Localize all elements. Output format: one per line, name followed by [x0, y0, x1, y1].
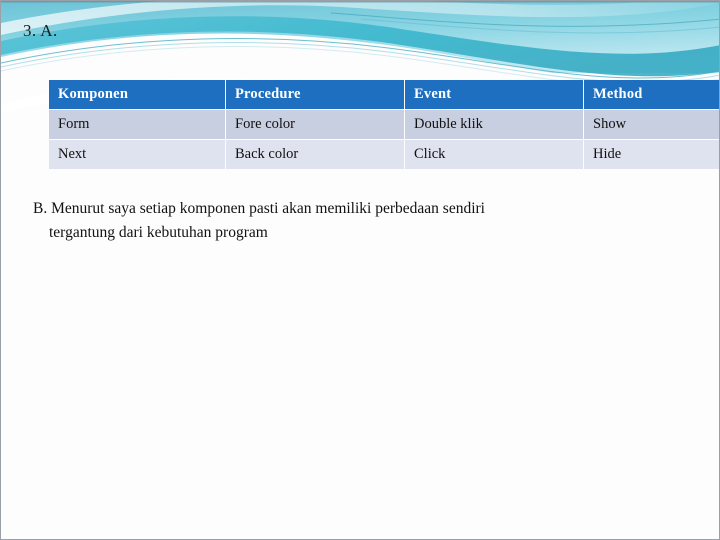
- table-body: Form Fore color Double klik Show Next Ba…: [49, 110, 719, 169]
- body-paragraph-line-1: B. Menurut saya setiap komponen pasti ak…: [33, 200, 485, 217]
- body-paragraph-line-2: tergantung dari kebutuhan program: [49, 224, 268, 241]
- table-row: Form Fore color Double klik Show: [49, 110, 719, 139]
- body-paragraph: B. Menurut saya setiap komponen pasti ak…: [33, 197, 673, 245]
- table-header-row: Komponen Procedure Event Method: [49, 80, 719, 109]
- column-header-komponen: Komponen: [49, 80, 225, 109]
- cell-komponen: Next: [49, 140, 225, 169]
- column-header-method: Method: [584, 80, 719, 109]
- column-header-procedure: Procedure: [226, 80, 404, 109]
- cell-method: Show: [584, 110, 719, 139]
- component-table: Komponen Procedure Event Method Form For…: [48, 79, 719, 170]
- cell-event: Click: [405, 140, 583, 169]
- cell-procedure: Back color: [226, 140, 404, 169]
- table-header: Komponen Procedure Event Method: [49, 80, 719, 109]
- column-header-event: Event: [405, 80, 583, 109]
- cell-event: Double klik: [405, 110, 583, 139]
- slide-canvas: 3. A. Komponen Procedure Event Method Fo…: [0, 0, 720, 540]
- cell-komponen: Form: [49, 110, 225, 139]
- table-row: Next Back color Click Hide: [49, 140, 719, 169]
- content-table-wrapper: Komponen Procedure Event Method Form For…: [48, 79, 719, 170]
- cell-procedure: Fore color: [226, 110, 404, 139]
- slide-heading: 3. A.: [23, 21, 58, 40]
- cell-method: Hide: [584, 140, 719, 169]
